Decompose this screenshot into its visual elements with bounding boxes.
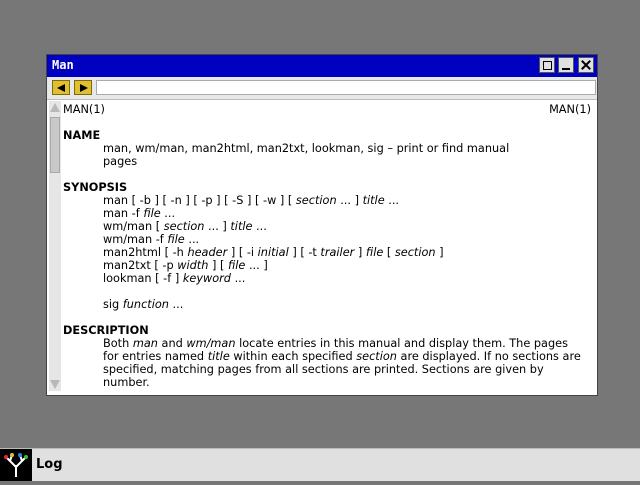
start-button[interactable]	[0, 449, 32, 481]
synopsis-line: man2html [ -h header ] [ -i initial ] [ …	[103, 246, 444, 259]
synopsis-line: wm/man -f file ...	[103, 233, 200, 246]
back-button[interactable]	[52, 80, 70, 95]
vertical-scrollbar[interactable]	[49, 101, 61, 391]
synopsis-line: wm/man [ section ... ] title ...	[103, 220, 267, 233]
scroll-thumb[interactable]	[50, 117, 60, 173]
man-window: Man MAN(1) MAN(1) NAME man, wm/man, man2…	[46, 54, 598, 396]
address-field[interactable]	[96, 80, 596, 95]
synopsis-line: man -f file ...	[103, 207, 176, 220]
name-text-line-1: man, wm/man, man2html, man2txt, lookman,…	[103, 142, 510, 155]
name-text-line-2: pages	[103, 155, 138, 168]
title-bar[interactable]: Man	[47, 55, 597, 77]
close-button[interactable]	[578, 57, 594, 73]
arrow-right-icon	[80, 84, 88, 92]
synopsis-line: man2txt [ -p width ] [ file ... ]	[103, 259, 268, 272]
scroll-up-icon[interactable]	[50, 103, 60, 112]
section-synopsis-heading: SYNOPSIS	[63, 181, 128, 194]
header-left: MAN(1)	[63, 103, 105, 116]
tree-logo-icon	[4, 453, 28, 477]
toolbar	[47, 77, 597, 100]
window-title: Man	[52, 58, 74, 72]
synopsis-line: lookman [ -f ] keyword ...	[103, 272, 246, 285]
section-description-heading: DESCRIPTION	[63, 324, 149, 337]
section-name-heading: NAME	[63, 129, 101, 142]
man-page-content: MAN(1) MAN(1) NAME man, wm/man, man2html…	[63, 101, 591, 391]
arrow-left-icon	[57, 84, 65, 92]
forward-button[interactable]	[74, 80, 92, 95]
maximize-button[interactable]	[539, 57, 555, 73]
header-right: MAN(1)	[549, 103, 591, 116]
taskbar: Log	[0, 448, 640, 481]
synopsis-line: man [ -b ] [ -n ] [ -p ] [ -S ] [ -w ] […	[103, 194, 400, 207]
description-paragraph: Both man and wm/man locate entries in th…	[103, 337, 581, 389]
taskbar-item-log[interactable]: Log	[33, 449, 68, 481]
scroll-down-icon[interactable]	[50, 380, 60, 389]
synopsis-line: sig function ...	[103, 298, 184, 311]
minimize-button[interactable]	[558, 57, 574, 73]
